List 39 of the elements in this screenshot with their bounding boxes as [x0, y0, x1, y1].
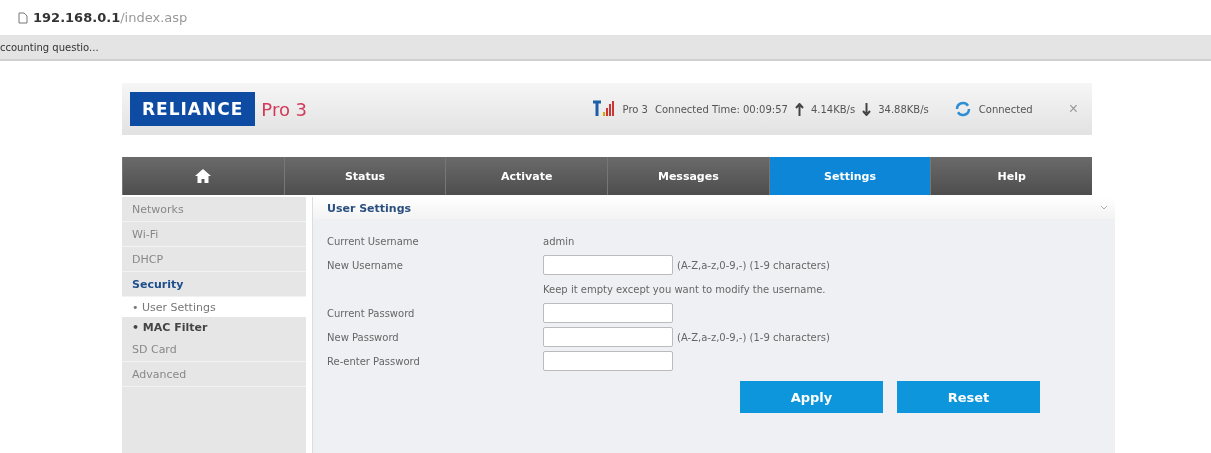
field-hint: (A-Z,a-z,0-9,-) (1-9 characters) [677, 331, 830, 343]
connected-time: Connected Time: 00:09:57 [654, 103, 788, 115]
page-icon [18, 11, 28, 24]
close-button[interactable]: × [1062, 99, 1084, 119]
field-hint: (A-Z,a-z,0-9,-) (1-9 characters) [677, 259, 830, 271]
download-rate: 34.88KB/s [878, 103, 929, 115]
field-label: New Username [327, 259, 404, 271]
input-field[interactable] [543, 303, 673, 323]
model-name: Pro 3 [261, 98, 308, 120]
download-arrow-icon [862, 102, 872, 116]
field-label: Re-enter Password [327, 355, 421, 367]
nav-tab[interactable]: Messages [607, 157, 769, 195]
field-label: Current Username [327, 235, 420, 247]
input-field[interactable] [543, 327, 673, 347]
reset-button[interactable]: Reset [897, 381, 1040, 413]
signal-icon [591, 100, 616, 118]
sidebar-subitem[interactable]: • User Settings [122, 297, 306, 317]
field-label: Current Password [327, 307, 416, 319]
nav-tab[interactable]: Settings [768, 157, 931, 195]
device-name: Pro 3 [622, 103, 648, 115]
field-value: admin [543, 235, 575, 247]
home-icon [194, 168, 213, 184]
apply-button[interactable]: Apply [740, 381, 883, 413]
address-text[interactable]: 192.168.0.1/index.asp [33, 10, 188, 25]
panel-title: User Settings [327, 201, 412, 215]
input-field[interactable] [543, 255, 673, 275]
collapse-icon[interactable] [1099, 204, 1109, 212]
refresh-icon [953, 100, 972, 118]
field-label: New Password [327, 331, 400, 343]
input-field[interactable] [543, 351, 673, 371]
nav-tab[interactable]: Help [930, 157, 1093, 195]
connection-status: Connected [978, 103, 1033, 115]
nav-tab[interactable]: Status [283, 157, 446, 195]
note-text: Keep it empty except you want to modify the username. [543, 283, 826, 295]
status-text: ccounting questio... [0, 41, 99, 53]
upload-rate: 4.14KB/s [810, 103, 856, 115]
logo: RELIANCE [130, 92, 256, 126]
nav-tab[interactable]: Activate [445, 157, 607, 195]
upload-arrow-icon [794, 102, 804, 116]
